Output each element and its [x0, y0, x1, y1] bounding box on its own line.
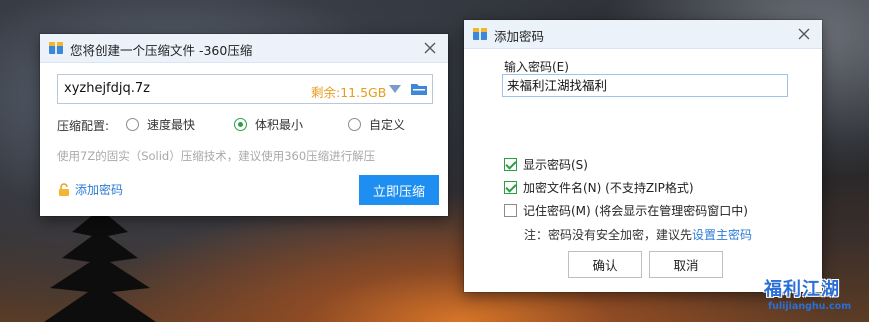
radio-custom-label[interactable]: 自定义	[369, 116, 405, 133]
watermark-url: fulijianghu.com	[768, 301, 852, 312]
compress-title: 您将创建一个压缩文件 -360压缩	[70, 43, 253, 58]
add-password-label[interactable]: 添加密码	[75, 181, 123, 198]
radio-custom-indicator[interactable]	[348, 118, 361, 131]
site-watermark: 福利江湖 fulijianghu.com	[764, 275, 869, 322]
chevron-down-icon[interactable]	[388, 83, 402, 95]
remember-password-checkbox[interactable]: 记住密码(M) (将会显示在管理密码窗口中)	[504, 202, 748, 219]
free-space-label: 剩余:11.5GB	[311, 85, 387, 100]
compress-close-icon[interactable]	[420, 38, 440, 58]
radio-fastest[interactable]: 速度最快	[126, 116, 195, 133]
ok-button[interactable]: 确认	[568, 251, 642, 278]
cancel-button[interactable]: 取消	[649, 251, 723, 278]
archive-path-field[interactable]: xyzhejfdjq.7z 剩余:11.5GB	[57, 74, 433, 104]
set-master-password-link[interactable]: 设置主密码	[692, 228, 752, 242]
show-password-box[interactable]	[504, 158, 517, 171]
radio-smallest-indicator[interactable]	[234, 118, 247, 131]
radio-smallest[interactable]: 体积最小	[234, 116, 303, 133]
show-password-label[interactable]: 显示密码(S)	[523, 156, 588, 173]
compress-dialog: 您将创建一个压缩文件 -360压缩 xyzhejfdjq.7z 剩余:11.5G…	[40, 34, 448, 216]
radio-fastest-indicator[interactable]	[126, 118, 139, 131]
show-password-checkbox[interactable]: 显示密码(S)	[504, 156, 588, 173]
compress-config-label: 压缩配置:	[57, 119, 110, 133]
password-input[interactable]: 来福利江湖找福利	[502, 74, 788, 97]
security-note-text: 注：密码没有安全加密，建议先	[524, 228, 693, 242]
archive-app-icon	[473, 28, 487, 40]
archive-file-name[interactable]: xyzhejfdjq.7z	[64, 81, 150, 96]
archive-app-icon	[49, 42, 63, 54]
security-note: 注：密码没有安全加密，建议先设置主密码	[524, 226, 752, 243]
add-password-link[interactable]: 添加密码	[57, 181, 123, 198]
radio-fastest-label[interactable]: 速度最快	[147, 116, 195, 133]
remember-password-label[interactable]: 记住密码(M) (将会显示在管理密码窗口中)	[523, 202, 748, 219]
radio-custom[interactable]: 自定义	[348, 116, 405, 133]
compress-title-bar[interactable]: 您将创建一个压缩文件 -360压缩	[40, 34, 448, 63]
watermark-logo-text: 福利江湖	[764, 279, 840, 300]
add-password-dialog: 添加密码 输入密码(E) 来福利江湖找福利 显示密码(S) 加密文件名(N) (…	[464, 20, 822, 292]
lock-icon	[59, 182, 69, 196]
solid-compression-hint: 使用7Z的固实（Solid）压缩技术，建议使用360压缩进行解压	[57, 149, 376, 163]
password-title-bar[interactable]: 添加密码	[464, 20, 822, 49]
encrypt-filenames-label[interactable]: 加密文件名(N) (不支持ZIP格式)	[523, 179, 694, 196]
encrypt-filenames-box[interactable]	[504, 181, 517, 194]
radio-smallest-label[interactable]: 体积最小	[255, 116, 303, 133]
password-title: 添加密码	[494, 29, 545, 44]
encrypt-filenames-checkbox[interactable]: 加密文件名(N) (不支持ZIP格式)	[504, 179, 694, 196]
password-close-icon[interactable]	[794, 24, 814, 44]
password-input-label: 输入密码(E)	[504, 60, 569, 74]
remember-password-box[interactable]	[504, 204, 517, 217]
compress-now-button[interactable]: 立即压缩	[359, 175, 439, 205]
folder-icon[interactable]	[410, 80, 428, 98]
